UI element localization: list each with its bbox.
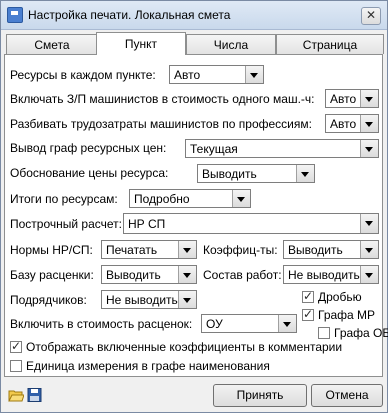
chevron-down-icon — [178, 266, 196, 283]
rate-base-select[interactable]: Выводить — [101, 265, 197, 284]
close-button[interactable]: ✕ — [361, 7, 381, 25]
price-justification-label: Обоснование цены ресурса: — [10, 166, 169, 180]
include-zp-select[interactable]: Авто — [325, 89, 379, 108]
chevron-down-icon — [360, 241, 378, 258]
resource-price-columns-label: Вывод граф ресурсных цен: — [10, 141, 167, 155]
include-in-rate-cost-value: ОУ — [206, 317, 223, 331]
chevron-down-icon — [278, 315, 296, 332]
include-zp-value: Авто — [330, 92, 357, 106]
rate-base-value: Выводить — [106, 268, 161, 282]
include-in-rate-cost-select[interactable]: ОУ — [201, 314, 297, 333]
window-title: Настройка печати. Локальная смета — [28, 8, 231, 22]
contractors-value: Не выводить — [106, 293, 178, 307]
work-composition-select[interactable]: Не выводить — [283, 265, 379, 284]
cancel-button[interactable]: Отмена — [311, 384, 383, 407]
chevron-down-icon — [245, 66, 263, 83]
unit-in-name-column-checkbox[interactable] — [10, 360, 22, 372]
show-coef-in-comments-label: Отображать включенные коэффициенты в ком… — [26, 340, 343, 354]
resource-price-columns-value: Текущая — [190, 142, 238, 156]
print-settings-dialog: Настройка печати. Локальная смета ✕ Смет… — [0, 0, 388, 413]
title-bar: Настройка печати. Локальная смета ✕ — [1, 1, 387, 30]
split-labor-value: Авто — [330, 117, 357, 131]
chevron-down-icon — [360, 214, 378, 233]
tab-punkt[interactable]: Пункт — [96, 32, 186, 55]
rate-base-label: Базу расценки: — [10, 268, 94, 282]
resource-totals-label: Итоги по ресурсам: — [10, 192, 118, 206]
resource-totals-select[interactable]: Подробно — [129, 189, 251, 208]
resource-totals-value: Подробно — [134, 192, 190, 206]
show-coef-in-comments-checkbox[interactable] — [10, 339, 22, 353]
unit-in-name-column-label: Единица измерения в графе наименования — [26, 359, 270, 373]
norms-nr-sp-value: Печатать — [106, 243, 158, 257]
chevron-down-icon — [178, 291, 196, 308]
coefficients-label: Коэффиц-ты: — [203, 243, 278, 257]
column-ob-checkbox[interactable] — [318, 327, 330, 339]
fraction-label: Дробью — [318, 290, 362, 304]
column-ob-label: Графа ОБ — [334, 326, 388, 340]
line-calc-value: НР СП — [128, 217, 166, 231]
include-in-rate-cost-label: Включить в стоимость расценок: — [10, 317, 193, 331]
chevron-down-icon — [232, 190, 250, 207]
chevron-down-icon — [178, 241, 196, 258]
column-mr-checkbox[interactable] — [302, 307, 314, 321]
work-composition-label: Состав работ: — [203, 268, 282, 282]
line-calc-label: Построчный расчет: — [10, 217, 122, 231]
tab-panel-punkt: Ресурсы в каждом пункте: Авто Включать З… — [4, 54, 388, 377]
chevron-down-icon — [360, 140, 378, 157]
coefficients-value: Выводить — [288, 243, 343, 257]
chevron-down-icon — [360, 266, 378, 283]
price-justification-value: Выводить — [202, 167, 257, 181]
accept-button[interactable]: Принять — [213, 384, 307, 407]
coefficients-select[interactable]: Выводить — [283, 240, 379, 259]
chevron-down-icon — [296, 165, 314, 182]
contractors-select[interactable]: Не выводить — [101, 290, 197, 309]
split-labor-select[interactable]: Авто — [325, 114, 379, 133]
price-justification-select[interactable]: Выводить — [197, 164, 315, 183]
contractors-label: Подрядчиков: — [10, 293, 87, 307]
chevron-down-icon — [360, 90, 378, 107]
tab-strip: Смета Пункт Числа Страница — [4, 32, 385, 55]
open-folder-icon[interactable] — [8, 388, 24, 402]
column-mr-label: Графа МР — [318, 308, 376, 322]
norms-nr-sp-select[interactable]: Печатать — [101, 240, 197, 259]
fraction-checkbox[interactable] — [302, 289, 314, 303]
norms-nr-sp-label: Нормы НР/СП: — [10, 243, 93, 257]
split-labor-label: Разбивать трудозатраты машинистов по про… — [10, 117, 312, 131]
chevron-down-icon — [360, 115, 378, 132]
save-icon[interactable] — [27, 388, 43, 402]
resources-each-point-label: Ресурсы в каждом пункте: — [10, 68, 156, 82]
line-calc-select[interactable]: НР СП — [123, 213, 379, 234]
tab-chisla[interactable]: Числа — [186, 34, 276, 54]
resource-price-columns-select[interactable]: Текущая — [185, 139, 379, 158]
work-composition-value: Не выводить — [288, 268, 360, 282]
include-zp-label: Включать З/П машинистов в стоимость одно… — [10, 92, 315, 106]
resources-each-point-value: Авто — [174, 68, 201, 82]
app-icon — [7, 7, 23, 23]
tab-smeta[interactable]: Смета — [6, 34, 98, 54]
tab-stranitsa[interactable]: Страница — [276, 34, 384, 54]
resources-each-point-select[interactable]: Авто — [169, 65, 264, 84]
